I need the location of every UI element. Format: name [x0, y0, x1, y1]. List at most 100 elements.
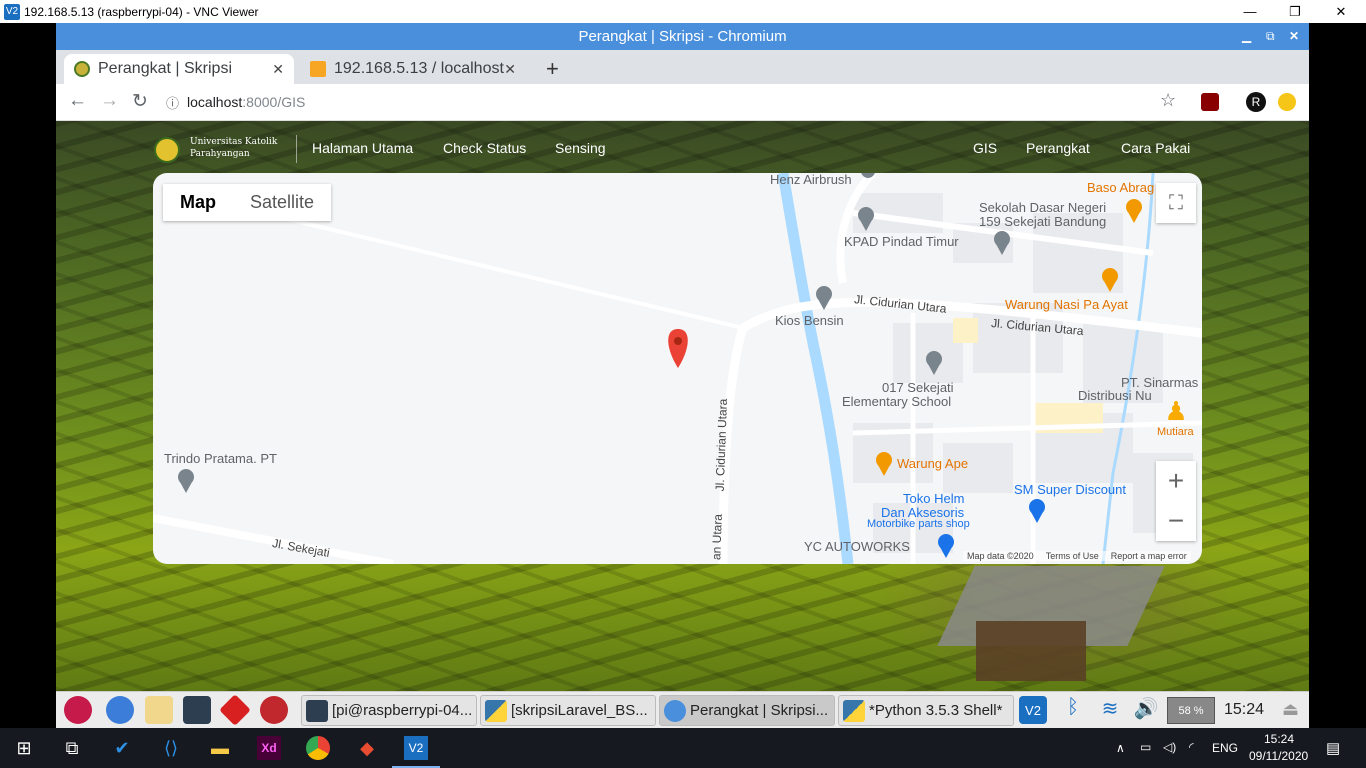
- map-label: Trindo Pratama. PT: [164, 451, 277, 466]
- pegman-icon[interactable]: ♟: [1157, 392, 1195, 430]
- zoom-control: + −: [1156, 461, 1196, 541]
- reload-icon[interactable]: ↻: [132, 90, 148, 113]
- map-data-attribution: Map data ©2020: [967, 551, 1034, 561]
- battery-icon[interactable]: ▭: [1140, 740, 1151, 754]
- panel-clock: 15:24: [1224, 701, 1265, 718]
- show-hidden-icons[interactable]: ∧: [1116, 741, 1125, 755]
- nav-halaman-utama[interactable]: Halaman Utama: [312, 140, 413, 156]
- network-icon[interactable]: ◜: [1189, 740, 1194, 754]
- wifi-icon[interactable]: ≋: [1096, 696, 1124, 724]
- page-content: Universitas Katolik Parahyangan Halaman …: [56, 121, 1309, 691]
- zoom-out-button[interactable]: −: [1168, 501, 1184, 541]
- zoom-in-button[interactable]: +: [1168, 461, 1184, 501]
- maximize-button[interactable]: ❐: [1272, 0, 1318, 23]
- wolfram-icon[interactable]: [260, 696, 288, 724]
- tab-strip: Perangkat | Skripsi ✕ 192.168.5.13 / loc…: [56, 50, 1309, 84]
- info-icon[interactable]: ⓘ: [166, 93, 179, 112]
- vnc-viewer-icon[interactable]: V2: [404, 736, 428, 760]
- gis-map[interactable]: Map Satellite ⛶ ♟ + − Henz Airbrush Seko…: [153, 173, 1202, 564]
- speaker-icon[interactable]: ◁): [1163, 740, 1176, 754]
- vscode-icon[interactable]: ⟨⟩: [159, 736, 183, 760]
- chromium-restore-icon[interactable]: ⧉: [1266, 29, 1275, 44]
- map-label: 159 Sekejati Bandung: [979, 214, 1107, 229]
- minimize-button[interactable]: —: [1227, 0, 1273, 23]
- close-button[interactable]: ✕: [1318, 0, 1364, 23]
- ublock-icon[interactable]: [1201, 93, 1219, 111]
- terminal-icon[interactable]: [183, 696, 211, 724]
- git-icon[interactable]: ◆: [355, 736, 379, 760]
- ukp-favicon: [74, 61, 90, 77]
- map-type-satellite-button[interactable]: Satellite: [233, 184, 331, 221]
- chromium-close-icon[interactable]: ✕: [1289, 29, 1299, 43]
- system-time[interactable]: 15:24: [1264, 732, 1294, 746]
- todo-icon[interactable]: ✔: [110, 736, 134, 760]
- close-tab-icon[interactable]: ✕: [272, 61, 284, 78]
- web-browser-icon[interactable]: [106, 696, 134, 724]
- bookmark-star-icon[interactable]: ☆: [1160, 90, 1176, 111]
- location-pin-icon: [668, 329, 688, 368]
- notifications-icon[interactable]: ▤: [1326, 739, 1340, 757]
- vnc-title-bar: V2 192.168.5.13 (raspberrypi-04) - VNC V…: [0, 0, 1366, 23]
- taskbar-chromium[interactable]: Perangkat | Skripsi...: [659, 695, 835, 726]
- map-type-map-button[interactable]: Map: [163, 184, 233, 221]
- chromium-minimize-icon[interactable]: ▁: [1242, 29, 1251, 43]
- map-label: Kios Bensin: [775, 313, 844, 328]
- nav-cara-pakai[interactable]: Cara Pakai: [1121, 140, 1190, 156]
- adobe-xd-icon[interactable]: Xd: [257, 736, 281, 760]
- ukp-logo-icon: [154, 137, 180, 163]
- map-label: Sekolah Dasar Negeri: [979, 200, 1107, 215]
- file-explorer-icon[interactable]: ▬: [208, 736, 232, 760]
- system-date[interactable]: 09/11/2020: [1249, 749, 1308, 763]
- url-host: localhost: [187, 94, 243, 110]
- map-label: Baso Abrag: [1087, 180, 1155, 195]
- language-indicator[interactable]: ENG: [1212, 741, 1238, 755]
- new-tab-icon[interactable]: +: [546, 56, 559, 82]
- file-manager-icon[interactable]: [145, 696, 173, 724]
- tab-label: 192.168.5.13 / localhost: [334, 60, 504, 77]
- taskbar-terminal[interactable]: [pi@raspberrypi-04...: [301, 695, 477, 726]
- vnc-tray-icon[interactable]: V2: [1019, 696, 1047, 724]
- map-label: KPAD Pindad Timur: [844, 234, 959, 249]
- vnc-icon: V2: [4, 3, 20, 20]
- task-view-icon[interactable]: ⧉: [60, 736, 84, 760]
- volume-icon[interactable]: 🔊: [1132, 696, 1160, 724]
- nav-sensing[interactable]: Sensing: [555, 140, 606, 156]
- cpu-monitor: 58 %: [1167, 697, 1215, 724]
- browser-toolbar: ← → ↻ ⓘ localhost:8000/GIS ☆ R: [56, 84, 1309, 121]
- chromium-icon: [664, 699, 686, 722]
- map-label: Motorbike parts shop: [867, 518, 970, 530]
- fullscreen-icon[interactable]: ⛶: [1156, 183, 1196, 223]
- back-icon[interactable]: ←: [68, 90, 87, 112]
- chromium-title-bar: Perangkat | Skripsi - Chromium ▁ ⧉ ✕: [56, 23, 1309, 50]
- map-canvas: [153, 173, 1202, 564]
- raspberry-menu-icon[interactable]: [64, 696, 92, 724]
- bluetooth-icon[interactable]: ᛒ: [1059, 696, 1087, 724]
- eject-icon[interactable]: ⏏: [1282, 699, 1299, 720]
- mathematica-icon[interactable]: [219, 694, 251, 726]
- chromium-window-title: Perangkat | Skripsi - Chromium: [578, 28, 787, 45]
- python-icon: [843, 699, 865, 722]
- extension-r-icon[interactable]: R: [1246, 92, 1266, 112]
- url-rest: :8000/GIS: [242, 94, 306, 110]
- nav-gis[interactable]: GIS: [973, 140, 997, 156]
- terms-link[interactable]: Terms of Use: [1046, 551, 1099, 561]
- tab-perangkat[interactable]: Perangkat | Skripsi ✕: [64, 54, 294, 84]
- tab-phpmyadmin[interactable]: 192.168.5.13 / localhost ✕: [300, 54, 526, 84]
- map-label: Warung Ape: [897, 456, 969, 471]
- site-navbar: Universitas Katolik Parahyangan Halaman …: [56, 121, 1309, 175]
- forward-icon[interactable]: →: [100, 90, 119, 112]
- windows-start-icon[interactable]: ⊞: [12, 736, 36, 760]
- address-bar[interactable]: ⓘ localhost:8000/GIS: [166, 89, 1166, 115]
- map-label: Distribusi Nu: [1078, 388, 1152, 403]
- taskbar-python-shell[interactable]: *Python 3.5.3 Shell*: [838, 695, 1014, 726]
- nav-check-status[interactable]: Check Status: [443, 140, 526, 156]
- close-tab-icon[interactable]: ✕: [504, 61, 516, 78]
- windows-taskbar: ⊞ ⧉ ✔ ⟨⟩ ▬ Xd ◆ V2 ∧ ▭ ◁) ◜ ENG 15:24 09…: [0, 728, 1366, 768]
- report-error-link[interactable]: Report a map error: [1111, 551, 1187, 561]
- nav-perangkat[interactable]: Perangkat: [1026, 140, 1090, 156]
- extension-yellow-icon[interactable]: [1278, 93, 1296, 111]
- map-label: Toko Helm: [903, 491, 965, 506]
- chrome-icon[interactable]: [306, 736, 330, 760]
- terminal-icon: [306, 699, 328, 722]
- taskbar-skripsi[interactable]: [skripsiLaravel_BS...: [480, 695, 656, 726]
